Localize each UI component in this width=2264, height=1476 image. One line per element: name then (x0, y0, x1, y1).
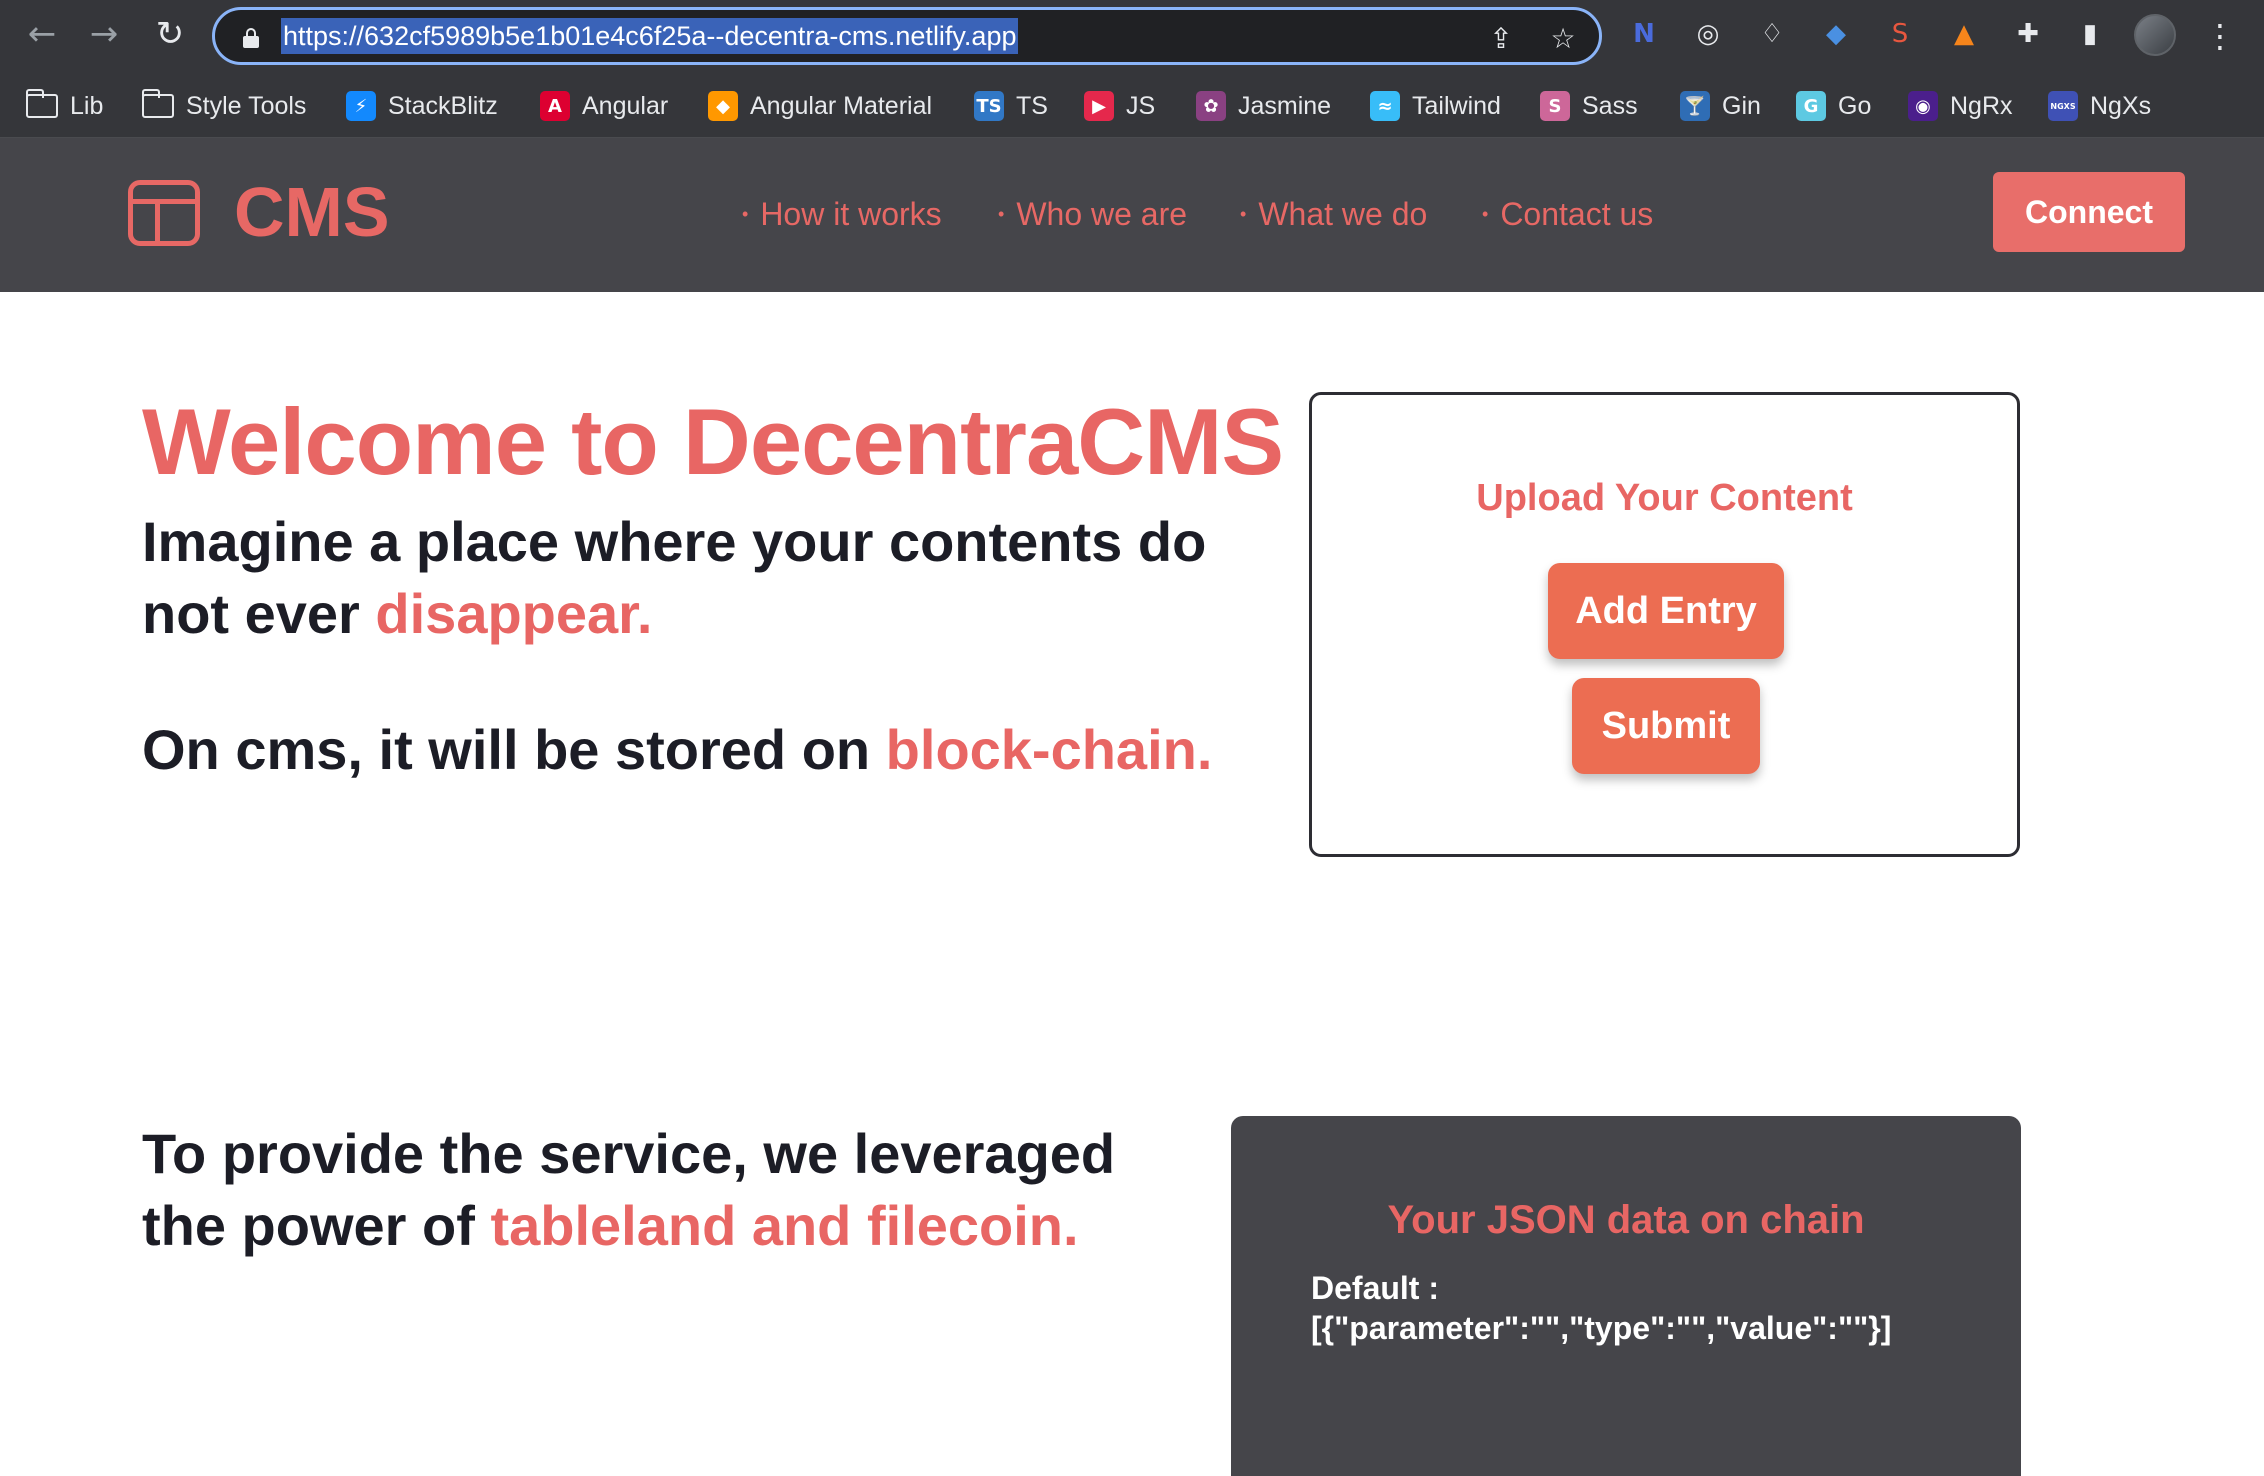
bookmark-label: Go (1838, 91, 1872, 120)
submit-button[interactable]: Submit (1572, 678, 1760, 774)
hero-line-2-accent: disappear. (375, 582, 653, 645)
bookmark-label: Jasmine (1238, 91, 1332, 120)
extension-s-icon[interactable]: S (1880, 14, 1920, 54)
service-line-2: the power of tableland and filecoin. (142, 1190, 1079, 1262)
nav-contact-us[interactable]: • Contact us (1482, 196, 1653, 233)
bookmark-ngxs[interactable]: NGXS NgXs (2048, 86, 2151, 126)
bookmark-star-icon[interactable]: ☆ (1545, 20, 1581, 56)
ngrx-icon: ◉ (1908, 91, 1938, 121)
metamask-icon[interactable]: ▲ (1944, 14, 1984, 54)
nav-label: How it works (760, 196, 942, 232)
hero-line-3: On cms, it will be stored on block-chain… (142, 714, 1212, 786)
nav-how-it-works[interactable]: • How it works (742, 196, 942, 233)
nav-label: What we do (1258, 196, 1428, 232)
hero-line-2-prefix: not ever (142, 582, 376, 645)
nav-label: Who we are (1016, 196, 1188, 232)
upload-card: Upload Your Content Add Entry Submit (1309, 392, 2020, 857)
gin-icon: 🍸 (1680, 91, 1710, 121)
extensions-puzzle-icon[interactable]: ✚ (2008, 14, 2048, 54)
bookmark-tailwind[interactable]: ≈ Tailwind (1370, 86, 1501, 126)
bookmark-stackblitz[interactable]: ⚡ StackBlitz (346, 86, 498, 126)
bookmark-label: Angular Material (750, 91, 933, 120)
json-default-label: Default : (1311, 1270, 1439, 1306)
angular-material-icon: ◆ (708, 91, 738, 121)
jasmine-icon: ✿ (1196, 91, 1226, 121)
bookmark-label: StackBlitz (388, 91, 498, 120)
bookmark-js[interactable]: ▶ JS (1084, 86, 1155, 126)
service-line-2-accent: tableland and filecoin. (490, 1194, 1079, 1257)
browser-toolbar: ← → ↻ https://632cf5989b5e1b01e4c6f25a--… (0, 0, 2264, 74)
hero-title: Welcome to DecentraCMS (142, 389, 1284, 494)
json-default-value: [{"parameter":"","type":"","value":""}] (1311, 1310, 1892, 1346)
bookmark-style-tools[interactable]: Style Tools (141, 86, 307, 126)
bookmarks-bar: Lib Style Tools ⚡ StackBlitz A Angular ◆ Angula… (0, 74, 2264, 138)
go-icon: G (1796, 91, 1826, 121)
address-bar[interactable]: https://632cf5989b5e1b01e4c6f25a--decent… (212, 7, 1602, 65)
layout-logo-icon[interactable] (128, 180, 200, 246)
bookmark-ngrx[interactable]: ◉ NgRx (1908, 86, 2013, 126)
hero-line-3-prefix: On cms, it will be stored on (142, 718, 886, 781)
sass-icon: S (1540, 91, 1570, 121)
angular-icon: A (540, 91, 570, 121)
hero-line-1: Imagine a place where your contents do (142, 510, 1207, 573)
extension-n-icon[interactable]: N (1624, 14, 1664, 54)
add-entry-button[interactable]: Add Entry (1548, 563, 1784, 659)
json-card-title: Your JSON data on chain (1387, 1198, 1865, 1242)
profile-avatar[interactable] (2134, 14, 2176, 56)
typescript-icon: TS (974, 91, 1004, 121)
hero-line-3-accent: block-chain. (885, 718, 1213, 781)
connect-button[interactable]: Connect (1993, 172, 2185, 252)
bookmark-label: TS (1016, 91, 1048, 120)
bookmark-label: Sass (1582, 91, 1638, 120)
bookmark-go[interactable]: G Go (1796, 86, 1871, 126)
js-icon: ▶ (1084, 91, 1114, 121)
logo-text[interactable]: CMS (234, 172, 390, 252)
bookmark-label: NgRx (1950, 91, 2013, 120)
service-line-1: To provide the service, we leveraged (142, 1122, 1116, 1185)
bookmark-label: Gin (1722, 91, 1761, 120)
extension-diamond-icon[interactable]: ◆ (1816, 14, 1856, 54)
folder-icon (141, 89, 174, 118)
tailwind-icon: ≈ (1370, 91, 1400, 121)
bookmark-label: Tailwind (1412, 91, 1501, 120)
bookmark-ts[interactable]: TS TS (974, 86, 1048, 126)
hero-line-2: not ever disappear. (142, 578, 652, 650)
bookmark-lib[interactable]: Lib (25, 86, 104, 126)
bookmark-label: Angular (582, 91, 669, 120)
bookmark-label: JS (1126, 91, 1156, 120)
nav-label: Contact us (1500, 196, 1654, 232)
stackblitz-icon: ⚡ (346, 91, 376, 121)
share-icon[interactable]: ⇪ (1483, 20, 1519, 56)
ngxs-icon: NGXS (2048, 91, 2078, 121)
service-line-2-prefix: the power of (142, 1194, 491, 1257)
bookmark-label: Lib (70, 91, 104, 120)
site-header: CMS • How it works • Who we are • What we d… (0, 138, 2264, 292)
url-text[interactable]: https://632cf5989b5e1b01e4c6f25a--decent… (281, 18, 1019, 54)
upload-title: Upload Your Content (1476, 477, 1853, 519)
forward-arrow-icon[interactable]: → (84, 14, 124, 54)
bookmark-angular[interactable]: A Angular (540, 86, 668, 126)
bookmark-sass[interactable]: S Sass (1540, 86, 1638, 126)
bookmark-label: NgXs (2090, 91, 2152, 120)
folder-icon (25, 89, 58, 118)
lock-icon[interactable] (243, 28, 259, 48)
bookmark-angular-material[interactable]: ◆ Angular Material (708, 86, 932, 126)
bookmark-label: Style Tools (186, 91, 307, 120)
json-data-card: Your JSON data on chain Default : [{"par… (1231, 1116, 2021, 1476)
nav-who-we-are[interactable]: • Who we are (998, 196, 1187, 233)
extension-glasses-icon[interactable]: ◎ (1688, 14, 1728, 54)
menu-kebab-icon[interactable]: ⋮ (2204, 16, 2236, 56)
side-panel-icon[interactable]: ▮ (2070, 14, 2110, 54)
extension-bulb-icon[interactable]: ♢ (1752, 14, 1792, 54)
bookmark-gin[interactable]: 🍸 Gin (1680, 86, 1761, 126)
back-arrow-icon[interactable]: ← (22, 14, 62, 54)
reload-icon[interactable]: ↻ (150, 14, 190, 54)
nav-what-we-do[interactable]: • What we do (1240, 196, 1427, 233)
bookmark-jasmine[interactable]: ✿ Jasmine (1196, 86, 1331, 126)
json-default-text: Default : [{"parameter":"","type":"","va… (1311, 1268, 1891, 1348)
